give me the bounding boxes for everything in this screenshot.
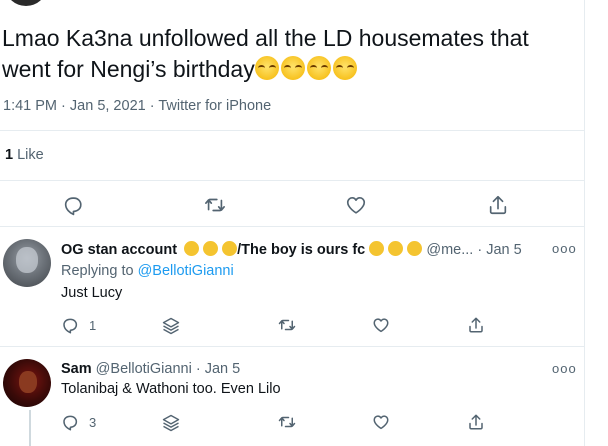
winking-face-emoji <box>407 241 423 256</box>
reply-text: Tolanibaj & Wathoni too. Even Lilo <box>61 381 281 397</box>
header-separator: · <box>477 242 483 258</box>
tweet-date[interactable]: Jan 5, 2021 <box>70 98 146 114</box>
retweet-button[interactable] <box>277 316 297 339</box>
reply-count: 1 <box>89 318 97 333</box>
retweet-icon <box>278 416 296 428</box>
replying-to: Replying to @BellotiGianni <box>61 263 234 279</box>
reply-button[interactable] <box>61 316 79 339</box>
layers-button[interactable] <box>161 316 181 341</box>
retweet-icon <box>205 198 225 212</box>
reply-button[interactable] <box>62 194 84 216</box>
like-button[interactable] <box>372 413 390 436</box>
likes-number: 1 <box>5 147 14 163</box>
retweet-button[interactable] <box>203 194 227 216</box>
divider <box>0 346 584 347</box>
like-button[interactable] <box>372 316 390 339</box>
retweet-button[interactable] <box>277 413 297 436</box>
tears-of-joy-emoji <box>332 56 357 80</box>
divider <box>0 180 584 181</box>
reply-icon <box>63 415 78 431</box>
replying-to-prefix: Replying to <box>61 263 134 279</box>
suffix-emoji-group <box>369 241 423 258</box>
thread-line <box>29 410 31 446</box>
header-separator: · <box>195 361 201 377</box>
rolling-eyes-emoji <box>222 241 238 256</box>
likes-label: Like <box>17 147 44 163</box>
column-border <box>584 0 585 446</box>
share-icon <box>469 414 483 430</box>
tweet-source[interactable]: Twitter for iPhone <box>158 98 271 114</box>
divider <box>0 226 584 227</box>
reply-avatar[interactable] <box>3 239 51 287</box>
upside-down-face-emoji <box>388 241 404 256</box>
like-icon <box>373 318 389 333</box>
reply-display-name-suffix[interactable]: /The boy is ours fc <box>237 242 365 258</box>
reply-icon <box>64 197 82 216</box>
share-icon <box>469 317 483 333</box>
reply-avatar[interactable] <box>3 359 51 407</box>
tweet-time[interactable]: 1:41 PM <box>3 98 57 114</box>
share-icon <box>489 195 507 215</box>
avatar-face <box>19 371 37 393</box>
likes-count-link[interactable]: 1 Like <box>5 147 44 163</box>
share-button[interactable] <box>467 316 485 339</box>
reply-count: 3 <box>89 415 97 430</box>
like-icon <box>373 415 389 430</box>
author-avatar[interactable] <box>6 0 46 6</box>
tears-of-joy-emoji <box>280 56 305 80</box>
reply-header: Sam @BellotiGianni · Jan 5 <box>61 361 240 377</box>
rolling-eyes-emoji <box>203 241 219 256</box>
reply-text: Just Lucy <box>61 285 123 301</box>
name-emoji-group <box>184 241 238 258</box>
reply-date[interactable]: Jan 5 <box>205 361 240 377</box>
retweet-icon <box>278 319 296 331</box>
avatar-face <box>16 247 38 273</box>
meta-separator: · <box>61 98 66 114</box>
reply-header: OG stan account /The boy is ours fc @me.… <box>61 241 522 258</box>
divider <box>0 130 584 131</box>
reply-date[interactable]: Jan 5 <box>486 242 521 258</box>
replying-to-handle[interactable]: @BellotiGianni <box>138 263 234 279</box>
share-button[interactable] <box>467 413 485 436</box>
layers-button[interactable] <box>161 413 181 438</box>
reply-handle[interactable]: @BellotiGianni <box>96 361 192 377</box>
emoji-group <box>254 56 359 82</box>
tweet-text: Lmao Ka3na unfollowed all the LD housema… <box>2 23 572 85</box>
like-icon <box>346 197 366 214</box>
like-button[interactable] <box>345 194 367 216</box>
reply-display-name[interactable]: OG stan account <box>61 242 177 258</box>
reply-icon <box>63 318 78 334</box>
sweat-smile-emoji <box>369 241 385 256</box>
more-options-button[interactable]: ooo <box>552 361 577 376</box>
reply-button[interactable] <box>61 413 79 436</box>
meta-separator: · <box>149 98 155 114</box>
tweet-meta: 1:41 PM · Jan 5, 2021 · Twitter for iPho… <box>3 98 271 114</box>
tears-of-joy-emoji <box>254 56 279 80</box>
reply-display-name[interactable]: Sam <box>61 361 92 377</box>
woozy-face-emoji <box>184 241 200 256</box>
stack-icon <box>162 317 180 335</box>
share-button[interactable] <box>487 194 509 216</box>
tears-of-joy-emoji <box>306 56 331 80</box>
reply-handle[interactable]: @me... <box>426 242 473 258</box>
more-options-button[interactable]: ooo <box>552 241 577 256</box>
stack-icon <box>162 414 180 432</box>
